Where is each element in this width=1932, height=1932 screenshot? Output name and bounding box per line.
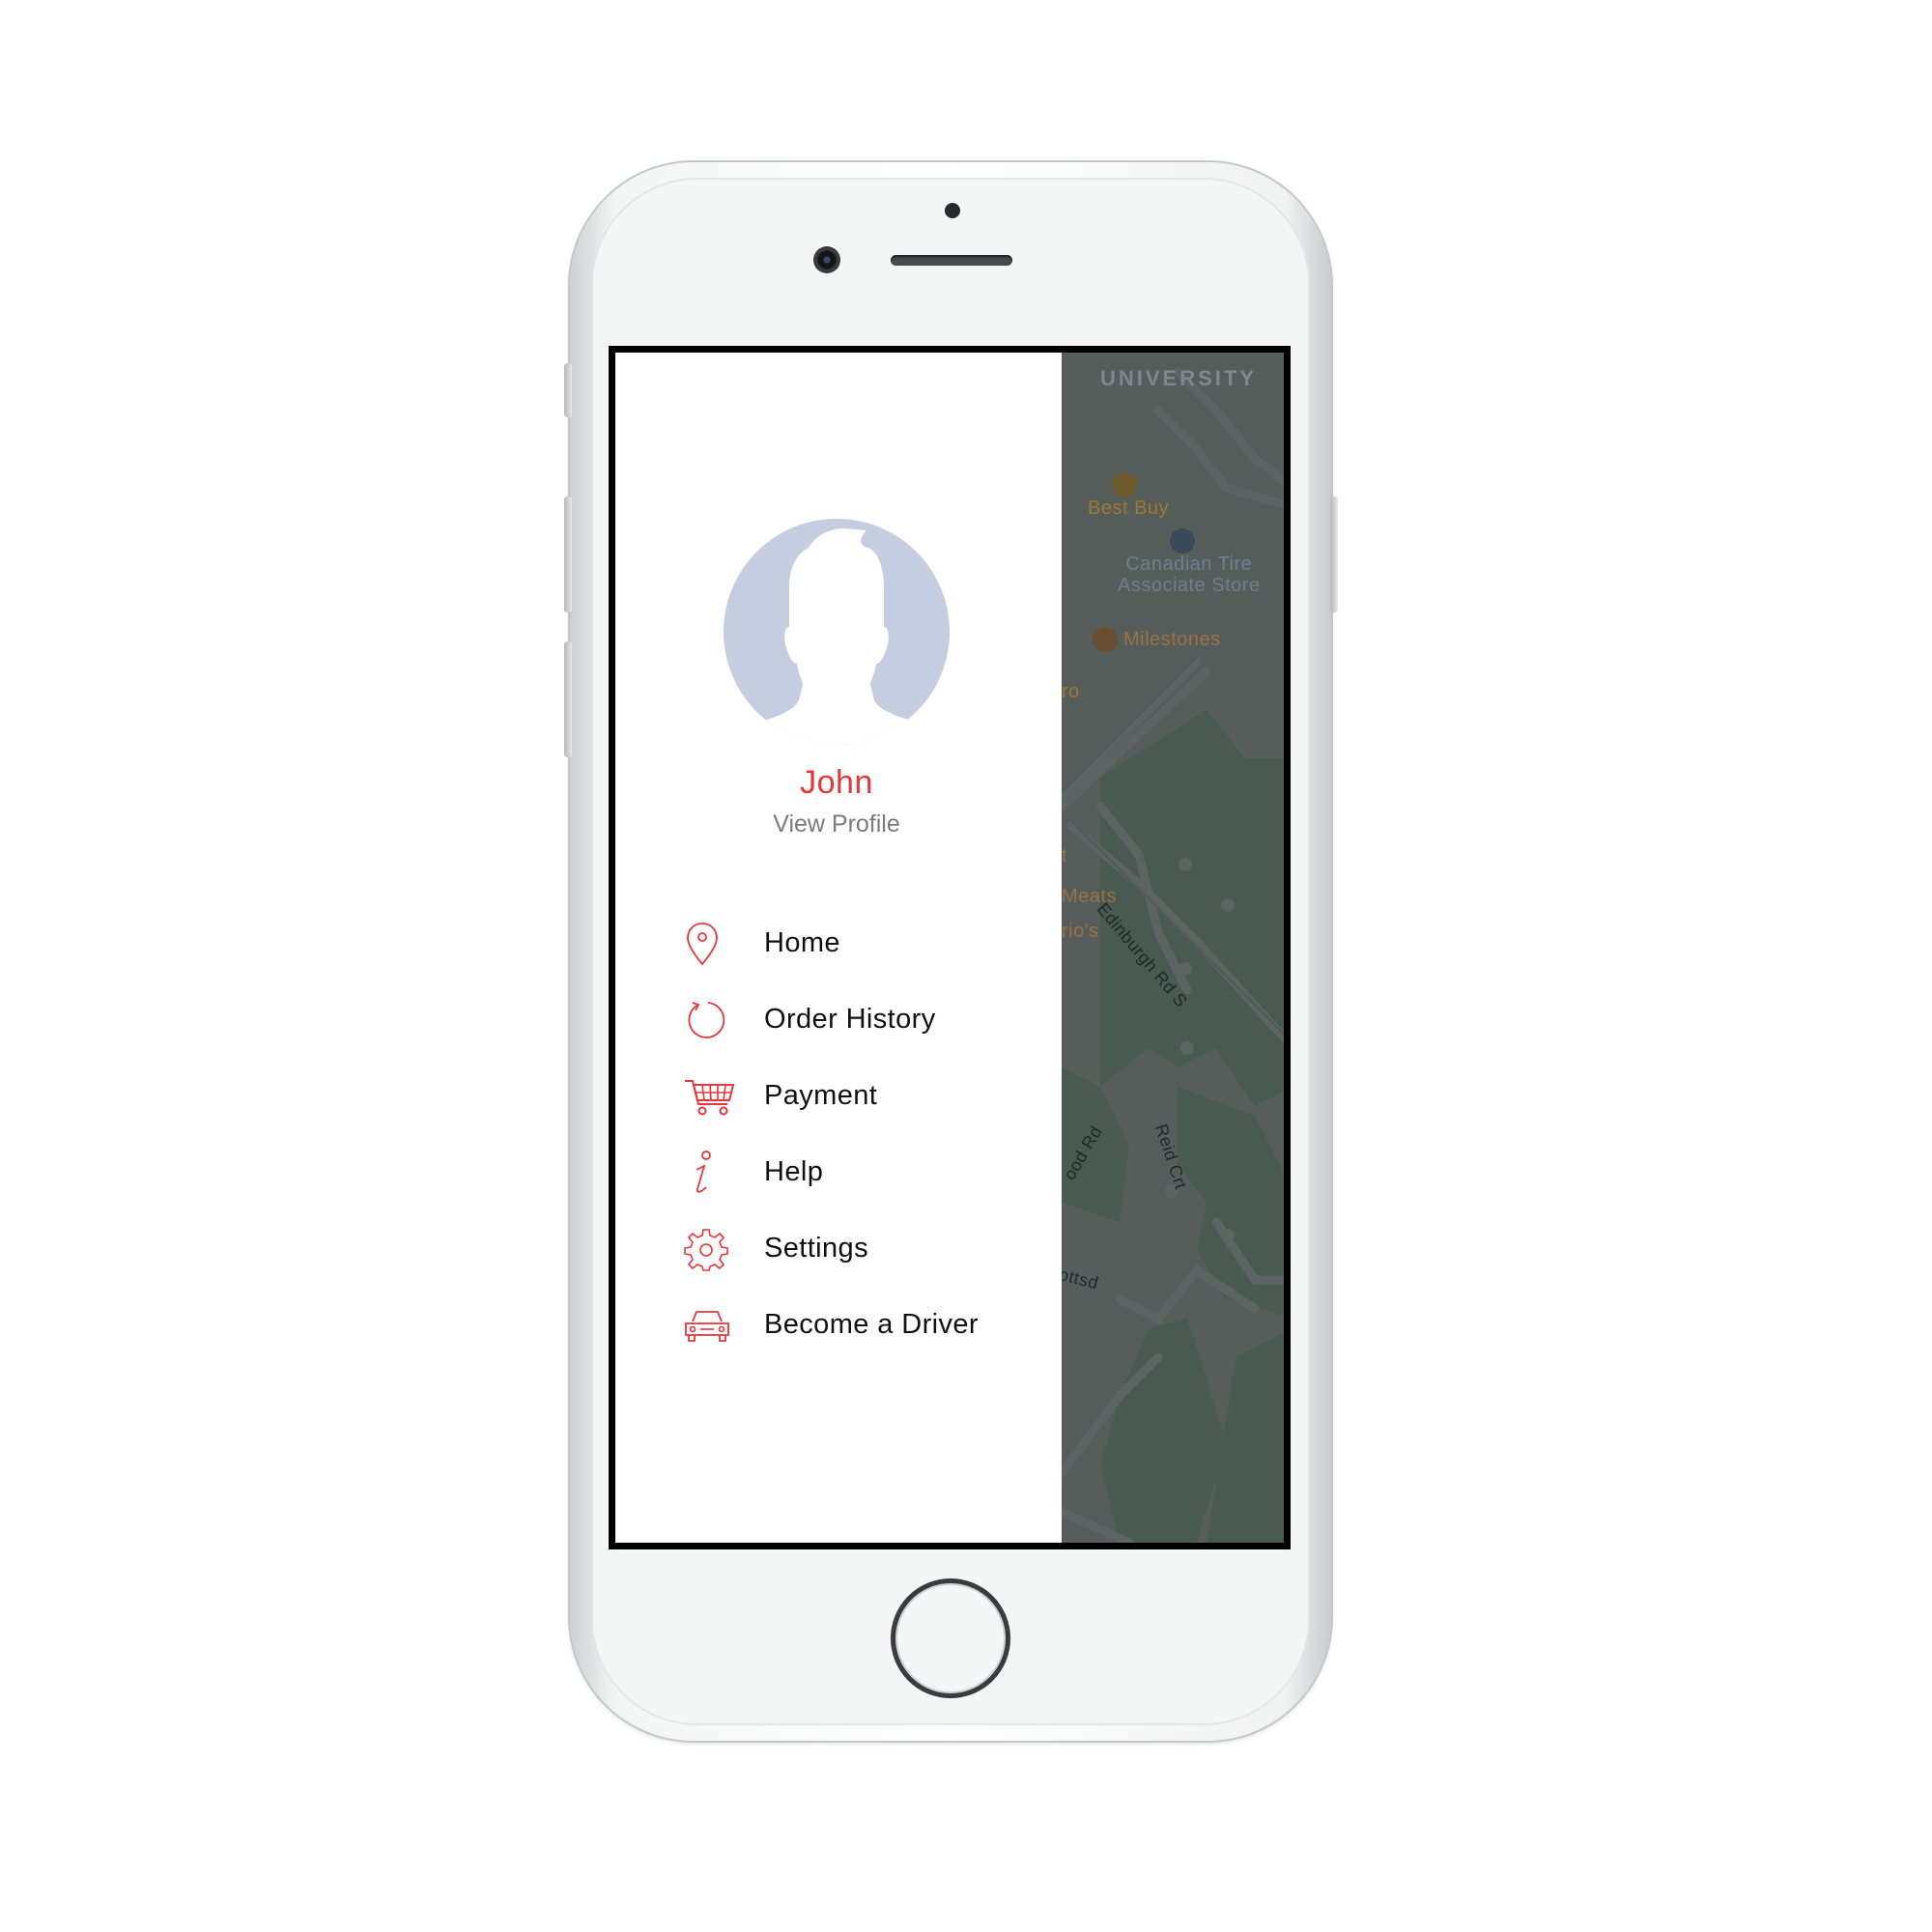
- volume-up-button: [564, 497, 572, 612]
- profile-name[interactable]: John: [615, 764, 1058, 802]
- info-icon: [683, 1148, 737, 1198]
- poi-partial-ro[interactable]: ro: [1062, 681, 1080, 703]
- power-button: [1330, 497, 1338, 612]
- map-view[interactable]: UNIVERSITY Best Buy Canadian Tire Associ…: [1062, 353, 1284, 1543]
- poi-canadian-tire[interactable]: Canadian Tire Associate Store: [1118, 554, 1261, 596]
- menu-label-home: Home: [764, 927, 840, 958]
- poi-canadian-tire-line1: Canadian Tire: [1125, 554, 1253, 575]
- shopping-bag-icon: [1112, 472, 1137, 497]
- history-icon: [683, 995, 737, 1045]
- poi-best-buy[interactable]: Best Buy: [1088, 497, 1169, 520]
- stage: UNIVERSITY Best Buy Canadian Tire Associ…: [0, 0, 1932, 1932]
- view-profile-link[interactable]: View Profile: [615, 810, 1058, 838]
- poi-milestones[interactable]: Milestones: [1123, 629, 1221, 651]
- mute-switch: [564, 363, 572, 417]
- restaurant-icon: [1093, 627, 1118, 652]
- menu-item-order-history[interactable]: Order History: [683, 981, 1050, 1058]
- menu-label-help: Help: [764, 1156, 824, 1187]
- poi-canadian-tire-line2: Associate Store: [1118, 575, 1261, 596]
- poi-partial-rios[interactable]: rio's: [1062, 921, 1099, 943]
- volume-down-button: [564, 641, 572, 757]
- earpiece-speaker: [891, 255, 1012, 266]
- shopping-cart-icon: [683, 1071, 737, 1122]
- menu-item-home[interactable]: Home: [683, 905, 1050, 981]
- car-icon: [683, 1300, 737, 1350]
- menu-label-become-driver: Become a Driver: [764, 1309, 979, 1340]
- menu-label-payment: Payment: [764, 1080, 878, 1111]
- menu-item-help[interactable]: Help: [683, 1134, 1050, 1210]
- drawer-menu: Home Order History Payment Help Settings…: [683, 905, 1050, 1363]
- menu-item-settings[interactable]: Settings: [683, 1210, 1050, 1287]
- navigation-drawer: John View Profile Home Order History Pay…: [615, 353, 1062, 1543]
- phone-screen: UNIVERSITY Best Buy Canadian Tire Associ…: [609, 346, 1291, 1549]
- store-icon: [1170, 528, 1195, 554]
- proximity-sensor: [945, 203, 960, 218]
- front-camera: [813, 246, 840, 273]
- home-button[interactable]: [891, 1578, 1010, 1698]
- poi-partial-t[interactable]: t: [1062, 845, 1067, 867]
- gear-icon: [683, 1224, 737, 1274]
- menu-label-order-history: Order History: [764, 1004, 936, 1035]
- menu-item-payment[interactable]: Payment: [683, 1058, 1050, 1134]
- app-view: UNIVERSITY Best Buy Canadian Tire Associ…: [615, 353, 1284, 1543]
- menu-item-become-driver[interactable]: Become a Driver: [683, 1287, 1050, 1363]
- map-area-label: UNIVERSITY: [1100, 366, 1258, 390]
- map-pin-icon: [683, 919, 737, 969]
- menu-label-settings: Settings: [764, 1233, 868, 1264]
- avatar-icon[interactable]: [724, 519, 950, 745]
